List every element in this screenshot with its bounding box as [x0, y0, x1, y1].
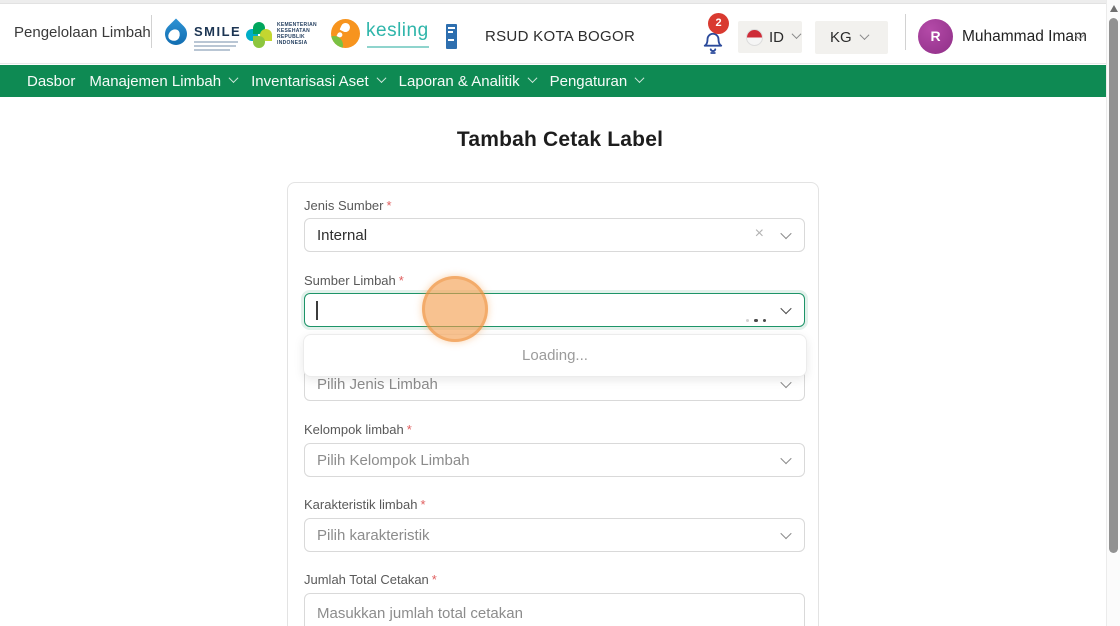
- sumber-limbah-label: Sumber Limbah *: [304, 273, 404, 288]
- kesling-logo: kesling: [331, 17, 436, 57]
- jenis-limbah-placeholder: Pilih Jenis Limbah: [317, 375, 438, 393]
- smile-tagline: [194, 41, 238, 53]
- kesling-tagline: [367, 46, 429, 48]
- app-title: Pengelolaan Limbah: [14, 24, 151, 41]
- required-marker: *: [431, 572, 437, 587]
- kelompok-limbah-select[interactable]: Pilih Kelompok Limbah: [304, 443, 805, 477]
- form-card: Jenis Sumber * Internal × Sumber Limbah * …: [287, 182, 819, 626]
- nav-item-manajemen-limbah[interactable]: Manajemen Limbah: [89, 72, 239, 90]
- jenis-sumber-value: Internal: [317, 226, 368, 244]
- scrollbar-up-arrow-icon[interactable]: [1110, 5, 1118, 12]
- unit-selector[interactable]: KG: [815, 21, 888, 54]
- text-cursor: [316, 301, 318, 320]
- required-marker: *: [406, 422, 412, 437]
- kemenkes-logo-text: KEMENTERIAN KESEHATAN REPUBLIK INDONESIA: [277, 22, 317, 46]
- app-header: Pengelolaan Limbah SMILE KEMENTERIAN KES…: [0, 5, 1120, 64]
- kelompok-limbah-placeholder: Pilih Kelompok Limbah: [317, 451, 470, 469]
- required-marker: *: [420, 497, 426, 512]
- nav-item-inventarisasi-aset[interactable]: Inventarisasi Aset: [251, 72, 387, 90]
- select-dropdown-panel: Loading...: [303, 334, 807, 377]
- chevron-down-icon: [376, 72, 387, 83]
- kemenkes-clover-icon: [246, 22, 272, 48]
- chevron-down-icon: [228, 72, 239, 83]
- language-code: ID: [769, 28, 784, 46]
- sumber-limbah-select[interactable]: [304, 293, 805, 327]
- karakteristik-limbah-label: Karakteristik limbah *: [304, 497, 426, 512]
- chevron-down-icon: [780, 527, 792, 540]
- scrollbar-thumb[interactable]: [1109, 18, 1118, 553]
- chevron-down-icon: [780, 452, 792, 465]
- kemenkes-logo: KEMENTERIAN KESEHATAN REPUBLIK INDONESIA: [246, 18, 317, 56]
- loading-dots-icon: [741, 309, 766, 326]
- chevron-down-icon: [780, 227, 792, 240]
- unit-code: KG: [830, 29, 852, 46]
- chevron-down-icon: [791, 29, 802, 40]
- kelompok-limbah-label: Kelompok limbah *: [304, 422, 412, 437]
- nav-item-laporan-analitik[interactable]: Laporan & Analitik: [399, 72, 538, 90]
- required-marker: *: [386, 198, 392, 213]
- chevron-down-icon: [527, 72, 538, 83]
- header-divider: [151, 15, 152, 48]
- header-divider: [905, 14, 906, 50]
- karakteristik-limbah-select[interactable]: Pilih karakteristik: [304, 518, 805, 552]
- user-name[interactable]: Muhammad Imam: [962, 28, 1087, 46]
- chevron-down-icon: [780, 302, 792, 315]
- smile-drop-icon: [160, 18, 192, 50]
- main-navigation: Dasbor Manajemen Limbah Inventarisasi As…: [0, 65, 1120, 97]
- kesling-icon: [331, 19, 360, 48]
- jumlah-total-cetakan-label: Jumlah Total Cetakan *: [304, 572, 437, 587]
- app-window: Pengelolaan Limbah SMILE KEMENTERIAN KES…: [0, 0, 1120, 626]
- jenis-sumber-select[interactable]: Internal ×: [304, 218, 805, 252]
- organization-name: RSUD KOTA BOGOR: [485, 28, 636, 45]
- undp-logo: [446, 24, 457, 49]
- notification-bell-button[interactable]: 2: [700, 13, 732, 57]
- smile-logo-text: SMILE: [194, 24, 242, 39]
- jumlah-total-cetakan-input[interactable]: [304, 593, 805, 626]
- indonesia-flag-icon: [746, 28, 763, 46]
- nav-item-pengaturan[interactable]: Pengaturan: [550, 72, 645, 90]
- user-avatar[interactable]: R: [918, 19, 953, 54]
- loading-text: Loading...: [522, 347, 588, 364]
- nav-item-dasbor[interactable]: Dasbor: [27, 73, 75, 90]
- notification-badge: 2: [708, 13, 729, 34]
- chevron-down-icon: [634, 72, 645, 83]
- smile-logo: SMILE: [160, 17, 242, 57]
- page-title: Tambah Cetak Label: [456, 128, 664, 151]
- chevron-down-icon: [780, 376, 792, 389]
- chevron-down-icon: [859, 29, 870, 40]
- window-top-edge: [0, 0, 1120, 4]
- required-marker: *: [398, 273, 404, 288]
- clear-icon[interactable]: ×: [755, 225, 764, 243]
- karakteristik-limbah-placeholder: Pilih karakteristik: [317, 526, 430, 544]
- jenis-sumber-label: Jenis Sumber *: [304, 198, 392, 213]
- vertical-scrollbar[interactable]: [1106, 0, 1120, 626]
- kesling-logo-text: kesling: [366, 20, 429, 41]
- language-selector[interactable]: ID: [738, 21, 802, 53]
